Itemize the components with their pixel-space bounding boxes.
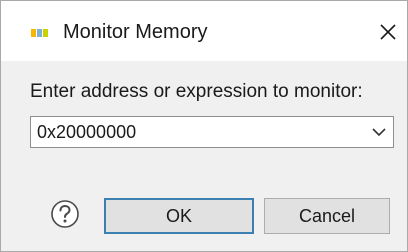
help-icon[interactable] bbox=[50, 199, 80, 229]
monitor-memory-dialog: Monitor Memory Enter address or expressi… bbox=[0, 0, 408, 252]
address-prompt-label: Enter address or expression to monitor: bbox=[30, 81, 363, 102]
ok-button[interactable]: OK bbox=[104, 198, 254, 234]
chevron-down-icon[interactable] bbox=[371, 126, 387, 138]
address-combo-box[interactable]: 0x20000000 bbox=[30, 116, 394, 148]
title-bar: Monitor Memory bbox=[1, 1, 407, 61]
nxp-logo-icon bbox=[31, 29, 48, 37]
close-button[interactable] bbox=[375, 19, 401, 45]
close-icon bbox=[380, 24, 396, 40]
cancel-button[interactable]: Cancel bbox=[264, 198, 390, 234]
address-input[interactable]: 0x20000000 bbox=[37, 117, 136, 147]
window-title: Monitor Memory bbox=[63, 21, 208, 43]
